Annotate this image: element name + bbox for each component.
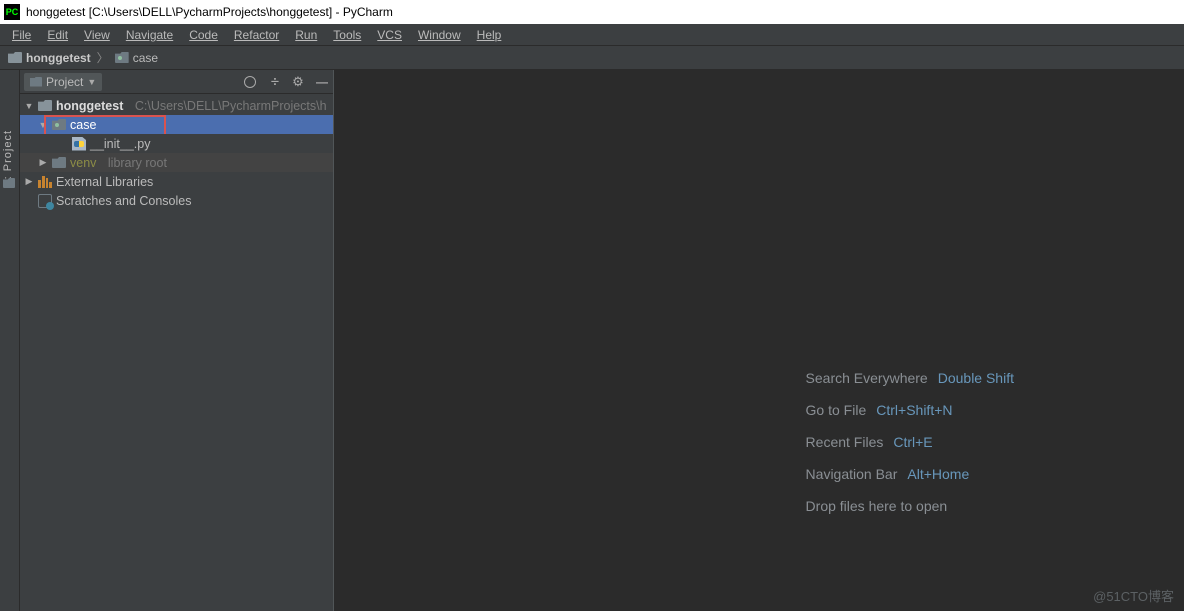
chevron-right-icon: ▶	[38, 157, 48, 168]
menu-navigate[interactable]: Navigate	[118, 28, 181, 42]
breadcrumb-root[interactable]: honggetest	[26, 51, 91, 65]
menu-edit[interactable]: Edit	[39, 28, 76, 42]
tree-item-scratches[interactable]: Scratches and Consoles	[20, 191, 333, 210]
tree-item-hint: library root	[108, 156, 167, 170]
tip-nav-bar: Navigation Bar Alt+Home	[806, 466, 1014, 482]
project-view-selector[interactable]: Project ▼	[24, 73, 102, 91]
window-title: honggetest [C:\Users\DELL\PycharmProject…	[26, 5, 393, 19]
tree-item-init[interactable]: __init__.py	[20, 134, 333, 153]
project-pane-header-icons: ÷	[243, 75, 329, 89]
watermark: @51CTO博客	[1093, 586, 1174, 605]
tree-root-path: C:\Users\DELL\PycharmProjects\h	[135, 99, 327, 113]
folder-icon	[52, 157, 66, 168]
collapse-all-icon[interactable]: ÷	[267, 75, 281, 89]
folder-icon	[3, 178, 15, 188]
tip-go-to-file: Go to File Ctrl+Shift+N	[806, 402, 1014, 418]
menu-refactor[interactable]: Refactor	[226, 28, 287, 42]
tree-root[interactable]: ▼ honggetest C:\Users\DELL\PycharmProjec…	[20, 96, 333, 115]
chevron-right-icon: ▶	[24, 176, 34, 187]
left-tool-strip: 1: Project	[0, 70, 20, 611]
gear-icon[interactable]	[291, 75, 305, 89]
tip-label: Go to File	[806, 402, 867, 418]
menu-code[interactable]: Code	[181, 28, 226, 42]
menu-run[interactable]: Run	[287, 28, 325, 42]
libraries-icon	[38, 176, 52, 188]
locate-file-icon[interactable]	[243, 75, 257, 89]
project-pane-header: Project ▼ ÷	[20, 70, 333, 94]
project-tree: ▼ honggetest C:\Users\DELL\PycharmProjec…	[20, 94, 333, 210]
tip-shortcut: Ctrl+Shift+N	[876, 402, 952, 418]
menu-window[interactable]: Window	[410, 28, 469, 42]
tree-item-case[interactable]: ▼ case	[20, 115, 333, 134]
menu-file[interactable]: File	[4, 28, 39, 42]
package-folder-icon	[52, 119, 66, 130]
chevron-down-icon: ▼	[24, 101, 34, 111]
tip-shortcut: Ctrl+E	[893, 434, 932, 450]
tree-item-venv[interactable]: ▶ venv library root	[20, 153, 333, 172]
tip-label: Search Everywhere	[806, 370, 928, 386]
tip-drop-files: Drop files here to open	[806, 498, 1014, 514]
python-file-icon	[72, 137, 86, 151]
chevron-right-icon: 〉	[95, 49, 111, 66]
project-tool-window: Project ▼ ÷ ▼ honggetest C:\Users\DELL\P…	[20, 70, 334, 611]
tree-item-label: External Libraries	[56, 175, 153, 189]
folder-icon	[8, 52, 22, 63]
breadcrumb-case[interactable]: case	[133, 51, 158, 65]
menu-vcs[interactable]: VCS	[369, 28, 410, 42]
chevron-down-icon: ▼	[87, 77, 96, 87]
main-area: 1: Project Project ▼ ÷ ▼ honggetest C:\U	[0, 70, 1184, 611]
breadcrumb: honggetest 〉 case	[0, 46, 1184, 70]
folder-icon	[30, 77, 42, 87]
window-titlebar: PC honggetest [C:\Users\DELL\PycharmProj…	[0, 0, 1184, 24]
pycharm-app-icon: PC	[4, 4, 20, 20]
tree-item-label: Scratches and Consoles	[56, 194, 192, 208]
tip-label: Navigation Bar	[806, 466, 898, 482]
tip-label: Drop files here to open	[806, 498, 948, 514]
tree-item-external-libraries[interactable]: ▶ External Libraries	[20, 172, 333, 191]
tip-shortcut: Double Shift	[938, 370, 1014, 386]
tip-recent-files: Recent Files Ctrl+E	[806, 434, 1014, 450]
tree-item-label: venv	[70, 156, 96, 170]
tree-item-label: case	[70, 118, 96, 132]
tip-shortcut: Alt+Home	[907, 466, 969, 482]
tree-item-label: __init__.py	[90, 137, 150, 151]
tip-search-everywhere: Search Everywhere Double Shift	[806, 370, 1014, 386]
folder-icon	[38, 100, 52, 111]
menu-help[interactable]: Help	[469, 28, 510, 42]
hide-button-icon[interactable]	[315, 75, 329, 89]
menu-tools[interactable]: Tools	[325, 28, 369, 42]
project-pane-title: Project	[46, 75, 83, 89]
package-folder-icon	[115, 52, 129, 63]
menu-bar: File Edit View Navigate Code Refactor Ru…	[0, 24, 1184, 46]
tree-root-name: honggetest	[56, 99, 123, 113]
editor-area[interactable]: Search Everywhere Double Shift Go to Fil…	[334, 70, 1184, 611]
scratches-icon	[38, 194, 52, 208]
action-tips: Search Everywhere Double Shift Go to Fil…	[806, 370, 1014, 514]
tip-label: Recent Files	[806, 434, 884, 450]
menu-view[interactable]: View	[76, 28, 118, 42]
chevron-down-icon: ▼	[38, 120, 48, 130]
